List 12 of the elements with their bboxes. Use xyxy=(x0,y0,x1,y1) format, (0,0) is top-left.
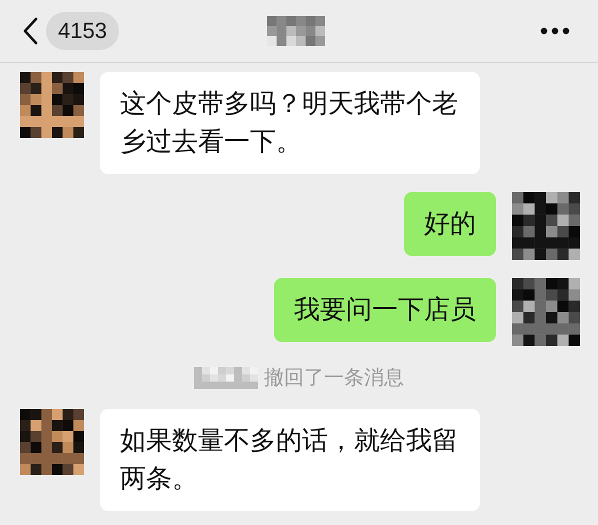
message-bubble: 我要问一下店员 xyxy=(274,278,496,342)
more-button[interactable] xyxy=(540,27,570,35)
back-icon xyxy=(22,17,38,45)
message-bubble: 这个皮带多吗？明天我带个老乡过去看一下。 xyxy=(100,72,480,174)
more-icon xyxy=(540,27,570,35)
pixelated-name-drawing xyxy=(194,366,258,388)
message-bubble: 如果数量不多的话，就给我留两条。 xyxy=(100,409,480,511)
recall-notice: 撤回了一条消息 xyxy=(264,364,404,391)
unread-count: 4153 xyxy=(46,12,119,50)
pixelated-name-drawing xyxy=(267,16,325,46)
back-button[interactable] xyxy=(22,17,38,45)
message-bubble: 好的 xyxy=(404,192,496,256)
